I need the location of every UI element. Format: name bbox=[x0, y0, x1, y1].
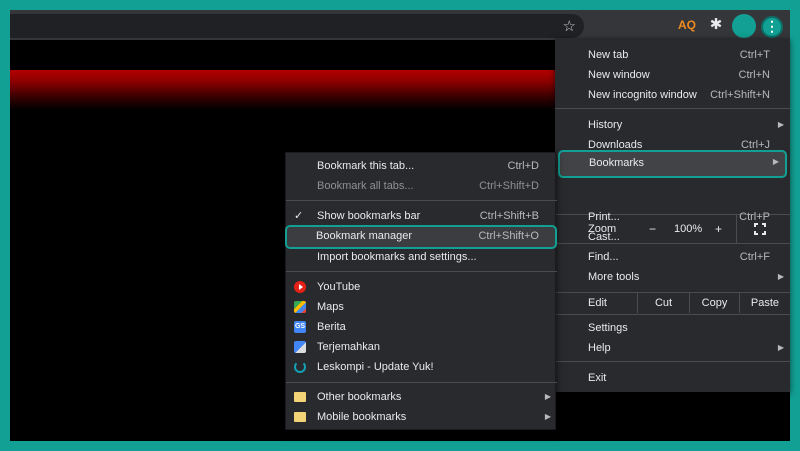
extension-icon[interactable]: AQ bbox=[676, 14, 698, 36]
menu-item-new-tab[interactable]: New tab Ctrl+T bbox=[555, 45, 790, 65]
bookmark-label: YouTube bbox=[317, 281, 361, 293]
menu-item-label: History bbox=[588, 119, 623, 131]
menu-item-bookmarks[interactable]: Bookmarks ▶ bbox=[558, 150, 787, 178]
menu-shortcut: Ctrl+P bbox=[739, 211, 770, 223]
menu-item-label: New tab bbox=[588, 49, 629, 61]
bookmark-folder-mobile[interactable]: Mobile bookmarks ▶ bbox=[286, 407, 557, 427]
menu-item-more-tools[interactable]: More tools ▶ bbox=[555, 267, 790, 287]
bookmark-item-youtube[interactable]: YouTube bbox=[286, 277, 557, 297]
menu-item-label: New window bbox=[588, 69, 650, 81]
menu-item-help[interactable]: Help ▶ bbox=[555, 338, 790, 358]
bookmark-label: Leskompi - Update Yuk! bbox=[317, 361, 434, 373]
menu-divider bbox=[286, 271, 557, 272]
submenu-item-label: Import bookmarks and settings... bbox=[317, 251, 477, 263]
chevron-right-icon: ▶ bbox=[777, 272, 784, 281]
menu-item-new-window[interactable]: New window Ctrl+N bbox=[555, 65, 790, 85]
avatar[interactable] bbox=[732, 14, 756, 38]
menu-item-find[interactable]: Find... Ctrl+F bbox=[555, 247, 790, 267]
menu-item-label: More tools bbox=[588, 271, 640, 283]
menu-item-label: Exit bbox=[588, 372, 607, 384]
chevron-right-icon: ▶ bbox=[777, 120, 784, 129]
bookmark-label: Other bookmarks bbox=[317, 391, 402, 403]
submenu-item-show-bookmarks-bar[interactable]: ✓ Show bookmarks bar Ctrl+Shift+B bbox=[286, 206, 557, 226]
folder-icon bbox=[294, 392, 306, 402]
cut-button[interactable]: Cut bbox=[637, 293, 689, 313]
chevron-right-icon: ▶ bbox=[777, 343, 784, 352]
menu-divider bbox=[286, 200, 557, 201]
menu-item-print[interactable]: Print... Ctrl+P bbox=[555, 207, 790, 227]
menu-divider bbox=[555, 361, 790, 362]
submenu-item-label: Bookmark this tab... bbox=[317, 160, 415, 172]
submenu-item-bookmark-manager[interactable]: Bookmark manager Ctrl+Shift+O bbox=[285, 225, 557, 249]
youtube-icon bbox=[294, 281, 306, 293]
copy-button[interactable]: Copy bbox=[689, 293, 739, 313]
translate-icon bbox=[294, 341, 306, 353]
bookmark-label: Berita bbox=[317, 321, 346, 333]
address-bar[interactable]: ☆ bbox=[10, 14, 584, 38]
page-content-banner bbox=[10, 70, 570, 110]
menu-item-exit[interactable]: Exit bbox=[555, 368, 790, 388]
menu-shortcut: Ctrl+T bbox=[739, 49, 770, 61]
menu-item-label: Print... bbox=[588, 211, 620, 223]
menu-item-label: Settings bbox=[588, 322, 628, 334]
menu-shortcut: Ctrl+N bbox=[738, 69, 770, 81]
menu-item-settings[interactable]: Settings bbox=[555, 318, 790, 338]
chevron-right-icon: ▶ bbox=[772, 157, 779, 166]
leskompi-icon bbox=[294, 361, 306, 373]
bookmark-item-terjemahkan[interactable]: Terjemahkan bbox=[286, 337, 557, 357]
star-icon[interactable]: ☆ bbox=[563, 17, 576, 35]
chevron-right-icon: ▶ bbox=[544, 392, 551, 401]
bookmark-label: Terjemahkan bbox=[317, 341, 380, 353]
menu-shortcut: Ctrl+F bbox=[739, 251, 770, 263]
chevron-right-icon: ▶ bbox=[544, 412, 551, 421]
menu-item-label: Help bbox=[588, 342, 611, 354]
menu-divider bbox=[286, 382, 557, 383]
edit-label: Edit bbox=[588, 297, 607, 309]
maps-icon bbox=[294, 301, 306, 313]
submenu-item-bookmark-all[interactable]: Bookmark all tabs... Ctrl+Shift+D bbox=[286, 176, 557, 196]
chrome-menu-button[interactable]: ⋮ bbox=[761, 16, 783, 38]
bookmark-item-leskompi[interactable]: Leskompi - Update Yuk! bbox=[286, 357, 557, 377]
menu-item-history[interactable]: History ▶ bbox=[555, 115, 790, 135]
menu-item-label: Find... bbox=[588, 251, 619, 263]
menu-item-new-incognito[interactable]: New incognito window Ctrl+Shift+N bbox=[555, 85, 790, 105]
paste-button[interactable]: Paste bbox=[739, 293, 790, 313]
submenu-item-label: Bookmark manager bbox=[316, 230, 412, 242]
submenu-item-import[interactable]: Import bookmarks and settings... bbox=[286, 247, 557, 267]
menu-item-label: Cast... bbox=[588, 231, 620, 243]
bookmark-item-berita[interactable]: GS Berita bbox=[286, 317, 557, 337]
bookmark-label: Maps bbox=[317, 301, 344, 313]
menu-shortcut: Ctrl+Shift+N bbox=[710, 89, 770, 101]
bookmarks-submenu: Bookmark this tab... Ctrl+D Bookmark all… bbox=[285, 152, 557, 430]
bookmark-folder-other[interactable]: Other bookmarks ▶ bbox=[286, 387, 557, 407]
menu-item-label: Bookmarks bbox=[589, 157, 645, 169]
folder-icon bbox=[294, 412, 306, 422]
menu-shortcut: Ctrl+D bbox=[507, 160, 539, 172]
news-icon: GS bbox=[294, 321, 306, 333]
menu-row-edit: Edit Cut Copy Paste bbox=[555, 293, 790, 313]
puzzle-icon[interactable]: ✱ bbox=[705, 14, 727, 36]
menu-shortcut: Ctrl+Shift+B bbox=[479, 210, 539, 222]
menu-item-label: New incognito window bbox=[588, 89, 697, 101]
check-icon: ✓ bbox=[294, 210, 304, 222]
bookmark-label: Mobile bookmarks bbox=[317, 411, 407, 423]
chrome-main-menu: New tab Ctrl+T New window Ctrl+N New inc… bbox=[555, 38, 790, 392]
submenu-item-label: Bookmark all tabs... bbox=[317, 180, 414, 192]
submenu-item-label: Show bookmarks bar bbox=[317, 210, 421, 222]
menu-shortcut: Ctrl+Shift+D bbox=[479, 180, 539, 192]
menu-divider bbox=[555, 314, 790, 315]
browser-toolbar: ☆ AQ ✱ ⋮ bbox=[10, 10, 790, 40]
bookmark-item-maps[interactable]: Maps bbox=[286, 297, 557, 317]
menu-divider bbox=[555, 108, 790, 109]
submenu-item-bookmark-tab[interactable]: Bookmark this tab... Ctrl+D bbox=[286, 156, 557, 176]
menu-shortcut: Ctrl+Shift+O bbox=[478, 230, 539, 242]
menu-item-cast[interactable]: Cast... bbox=[555, 227, 790, 247]
